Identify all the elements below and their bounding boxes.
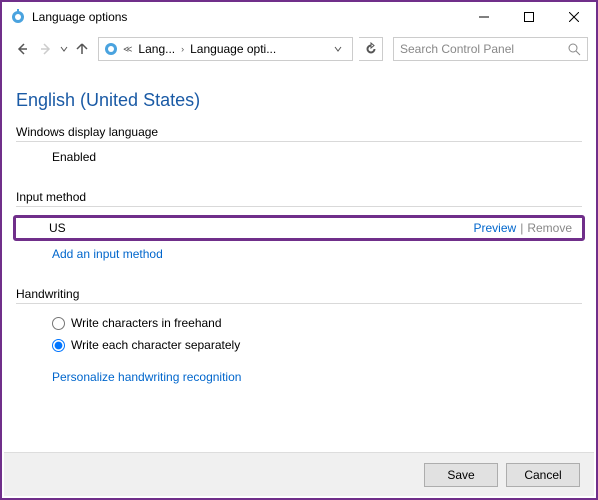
maximize-button[interactable] xyxy=(506,2,551,32)
address-bar[interactable]: ≪ Lang... › Language opti... xyxy=(98,37,353,61)
breadcrumb-chevron-icon[interactable]: › xyxy=(179,44,186,54)
display-language-section: Windows display language Enabled xyxy=(16,125,582,164)
input-method-name: US xyxy=(49,221,474,235)
breadcrumb-segment[interactable]: Language opti... xyxy=(186,42,280,56)
control-panel-icon xyxy=(103,41,119,57)
personalize-handwriting-link[interactable]: Personalize handwriting recognition xyxy=(16,356,582,384)
section-heading: Input method xyxy=(16,190,582,207)
add-input-method-link[interactable]: Add an input method xyxy=(16,247,582,261)
radio-label: Write each character separately xyxy=(71,338,240,352)
handwriting-section: Handwriting Write characters in freehand… xyxy=(16,287,582,384)
section-heading: Handwriting xyxy=(16,287,582,304)
window-title: Language options xyxy=(32,10,461,24)
minimize-button[interactable] xyxy=(461,2,506,32)
close-button[interactable] xyxy=(551,2,596,32)
radio-label: Write characters in freehand xyxy=(71,316,222,330)
separator: | xyxy=(520,221,523,235)
handwriting-separate-option[interactable]: Write each character separately xyxy=(16,334,582,356)
search-input[interactable]: Search Control Panel xyxy=(393,37,588,61)
input-method-section: Input method US Preview | Remove Add an … xyxy=(16,190,582,261)
breadcrumb-segment[interactable]: Lang... xyxy=(134,42,179,56)
radio-input[interactable] xyxy=(52,339,65,352)
section-heading: Windows display language xyxy=(16,125,582,142)
page-title: English (United States) xyxy=(16,90,582,111)
breadcrumb-chevron-icon[interactable]: ≪ xyxy=(121,44,134,55)
search-icon xyxy=(568,43,581,56)
radio-input[interactable] xyxy=(52,317,65,330)
address-dropdown-icon[interactable] xyxy=(334,45,350,53)
handwriting-freehand-option[interactable]: Write characters in freehand xyxy=(16,312,582,334)
content-area: English (United States) Windows display … xyxy=(2,66,596,384)
window-controls xyxy=(461,2,596,32)
remove-link: Remove xyxy=(527,221,572,235)
up-button[interactable] xyxy=(70,37,94,61)
refresh-button[interactable] xyxy=(359,37,383,61)
control-panel-icon xyxy=(10,9,26,25)
input-method-row: US Preview | Remove xyxy=(13,215,585,241)
back-button[interactable] xyxy=(10,37,34,61)
preview-link[interactable]: Preview xyxy=(474,221,517,235)
save-button[interactable]: Save xyxy=(424,463,498,487)
footer-bar: Save Cancel xyxy=(4,452,594,496)
recent-dropdown[interactable] xyxy=(58,37,70,61)
cancel-button[interactable]: Cancel xyxy=(506,463,580,487)
display-language-value: Enabled xyxy=(16,150,582,164)
navigation-bar: ≪ Lang... › Language opti... Search Cont… xyxy=(2,32,596,66)
search-placeholder: Search Control Panel xyxy=(400,42,568,56)
forward-button[interactable] xyxy=(34,37,58,61)
titlebar: Language options xyxy=(2,2,596,32)
